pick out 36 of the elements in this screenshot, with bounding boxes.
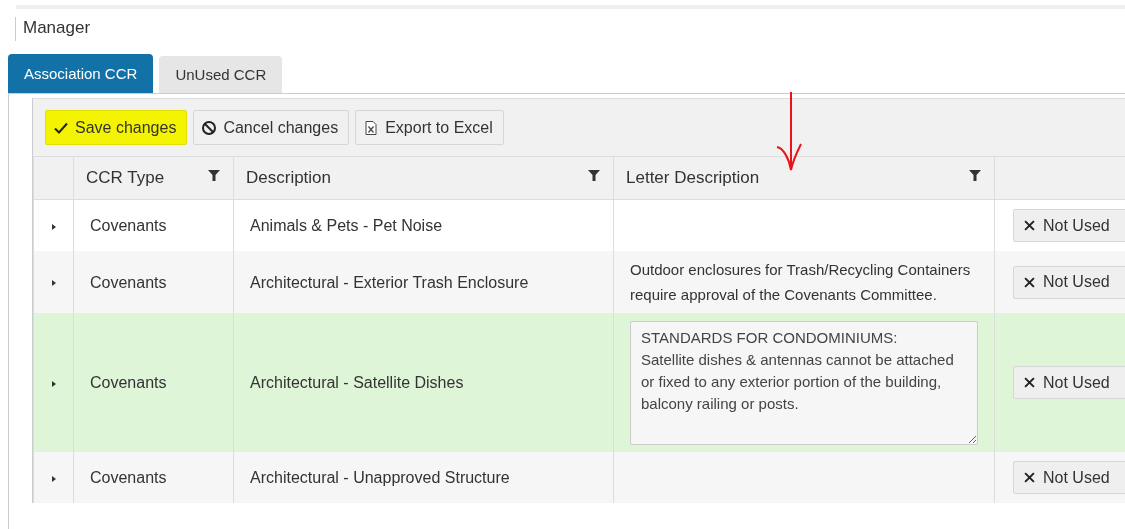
filter-icon[interactable] [587, 168, 601, 182]
expand-icon[interactable] [49, 379, 58, 388]
close-icon [1024, 276, 1035, 288]
column-header[interactable]: Letter Description [613, 156, 995, 200]
table-cell: Covenants [90, 217, 167, 234]
close-icon [1024, 472, 1035, 483]
filter-icon[interactable] [207, 168, 221, 182]
cancel-button[interactable]: Cancel changes [193, 110, 350, 145]
table-cell: Covenants [90, 374, 167, 391]
tab[interactable]: Association CCR [8, 54, 154, 93]
column-header[interactable]: Description [233, 156, 614, 200]
table-cell-text: Outdoor enclosures for Trash/Recycling Containers require approval of the Covenants Committee. [630, 260, 972, 305]
filter-icon[interactable] [968, 168, 982, 182]
table-cell: Animals & Pets - Pet Noise [250, 217, 443, 234]
close-icon [1024, 220, 1035, 231]
letter-textarea[interactable]: STANDARDS FOR CONDOMINIUMS: Satellite dishes & antennas cannot be attached or fixed to any exterior portion of the building, balcony railing or posts. [630, 320, 978, 445]
not-used-button[interactable]: Not Used [1013, 265, 1125, 299]
spreadsheet-icon [363, 119, 380, 136]
table-cell: Architectural - Unapproved Structure [250, 469, 510, 486]
table-cell: Covenants [90, 273, 167, 291]
close-icon [1024, 377, 1035, 388]
page-title: Manager [23, 18, 91, 37]
not-used-button[interactable]: Not Used [1013, 366, 1125, 399]
column-header[interactable]: CCR Type [73, 156, 234, 200]
expand-icon[interactable] [49, 474, 58, 483]
save-button[interactable]: Save changes [45, 110, 188, 145]
table-cell: Architectural - Exterior Trash Enclosure [250, 273, 529, 291]
table-cell: Architectural - Satellite Dishes [250, 374, 464, 391]
cancel-icon [201, 119, 218, 136]
export-button[interactable]: Export to Excel [355, 110, 504, 145]
not-used-button[interactable]: Not Used [1013, 461, 1125, 494]
expand-icon[interactable] [49, 279, 58, 287]
not-used-button[interactable]: Not Used [1013, 209, 1125, 242]
tab[interactable]: UnUsed CCR [159, 56, 283, 93]
table-cell: Covenants [90, 469, 167, 486]
expand-icon[interactable] [49, 222, 58, 231]
